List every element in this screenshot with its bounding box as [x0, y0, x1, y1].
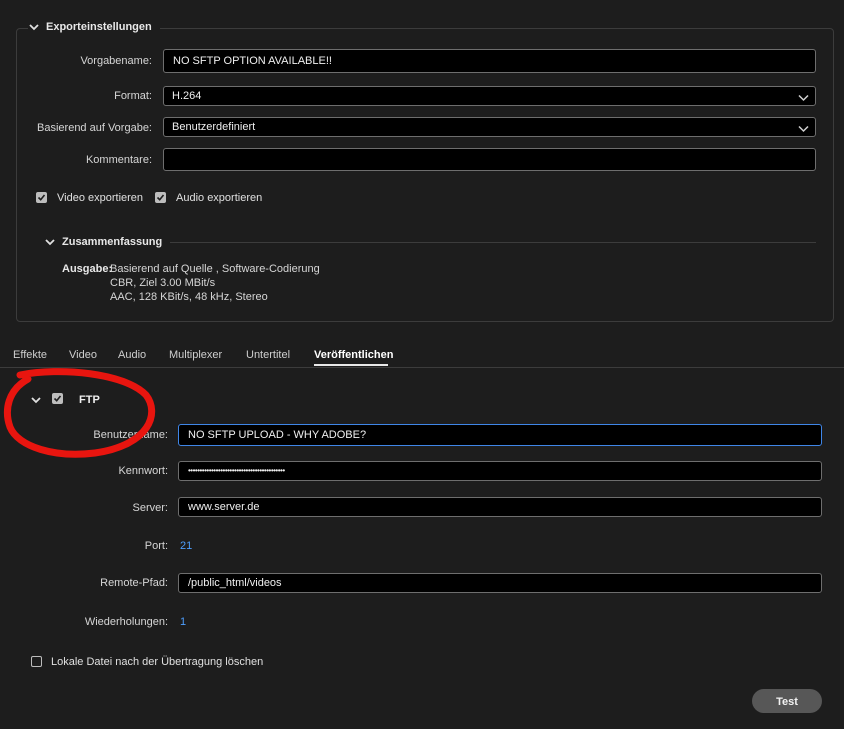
password-input[interactable]: ••••••••••••••••••••••••••••••••••••••••…: [178, 461, 822, 481]
export-video-label: Video exportieren: [57, 192, 144, 204]
export-settings-header[interactable]: Exporteinstellungen: [28, 21, 160, 33]
chevron-down-icon[interactable]: [30, 394, 42, 406]
summary-line-2: CBR, Ziel 3.00 MBit/s: [110, 277, 216, 289]
tab-audio[interactable]: Audio: [118, 349, 146, 361]
server-input[interactable]: www.server.de: [178, 497, 822, 517]
username-input[interactable]: NO SFTP UPLOAD - WHY ADOBE?: [178, 424, 822, 446]
format-value: H.264: [172, 90, 202, 102]
summary-header[interactable]: Zusammenfassung: [44, 236, 171, 248]
format-select[interactable]: H.264: [163, 86, 816, 106]
delete-local-label: Lokale Datei nach der Übertragung lösche…: [51, 656, 264, 668]
based-on-value: Benutzerdefiniert: [172, 121, 256, 133]
preset-name-input[interactable]: NO SFTP OPTION AVAILABLE!!: [163, 49, 816, 73]
preset-name-label: Vorgabename:: [80, 55, 152, 67]
comments-input[interactable]: [163, 148, 816, 171]
ftp-title: FTP: [79, 394, 100, 406]
tab-veroeffentlichen[interactable]: Veröffentlichen: [314, 349, 393, 361]
test-button[interactable]: Test: [752, 689, 822, 713]
active-tab-indicator: [314, 364, 388, 366]
chevron-down-icon[interactable]: [44, 236, 56, 248]
delete-local-checkbox[interactable]: [31, 656, 42, 667]
summary-title: Zusammenfassung: [62, 236, 163, 248]
remote-path-input[interactable]: /public_html/videos: [178, 573, 822, 593]
chevron-down-icon[interactable]: [28, 21, 40, 33]
server-label: Server:: [132, 502, 168, 514]
output-label: Ausgabe:: [62, 263, 113, 275]
comments-label: Kommentare:: [85, 154, 152, 166]
summary-line-1: Basierend auf Quelle , Software-Codierun…: [110, 263, 320, 275]
retries-label: Wiederholungen:: [84, 616, 168, 628]
export-audio-label: Audio exportieren: [176, 192, 263, 204]
port-label: Port:: [144, 540, 168, 552]
checkmark-icon: [37, 194, 46, 201]
export-video-checkbox[interactable]: [36, 192, 47, 203]
tab-multiplexer[interactable]: Multiplexer: [169, 349, 222, 361]
based-on-label: Basierend auf Vorgabe:: [37, 122, 152, 134]
checkmark-icon: [156, 194, 165, 201]
retries-value[interactable]: 1: [180, 616, 186, 628]
port-value[interactable]: 21: [180, 540, 192, 552]
ftp-enable-checkbox[interactable]: [52, 393, 63, 404]
username-label: Benutzername:: [93, 429, 168, 441]
export-settings-title: Exporteinstellungen: [46, 21, 152, 33]
red-annotation-circle-icon: [3, 368, 156, 458]
based-on-select[interactable]: Benutzerdefiniert: [163, 117, 816, 137]
chevron-down-icon: [798, 91, 809, 109]
remote-path-label: Remote-Pfad:: [100, 577, 168, 589]
tab-effekte[interactable]: Effekte: [13, 349, 47, 361]
checkmark-icon: [53, 395, 62, 402]
export-audio-checkbox[interactable]: [155, 192, 166, 203]
settings-tabs: Effekte Video Audio Multiplexer Untertit…: [0, 343, 844, 368]
tab-untertitel[interactable]: Untertitel: [246, 349, 290, 361]
format-label: Format:: [114, 90, 152, 102]
summary-line-3: AAC, 128 KBit/s, 48 kHz, Stereo: [110, 291, 268, 303]
password-label: Kennwort:: [118, 465, 168, 477]
chevron-down-icon: [798, 122, 809, 140]
tab-video[interactable]: Video: [69, 349, 97, 361]
